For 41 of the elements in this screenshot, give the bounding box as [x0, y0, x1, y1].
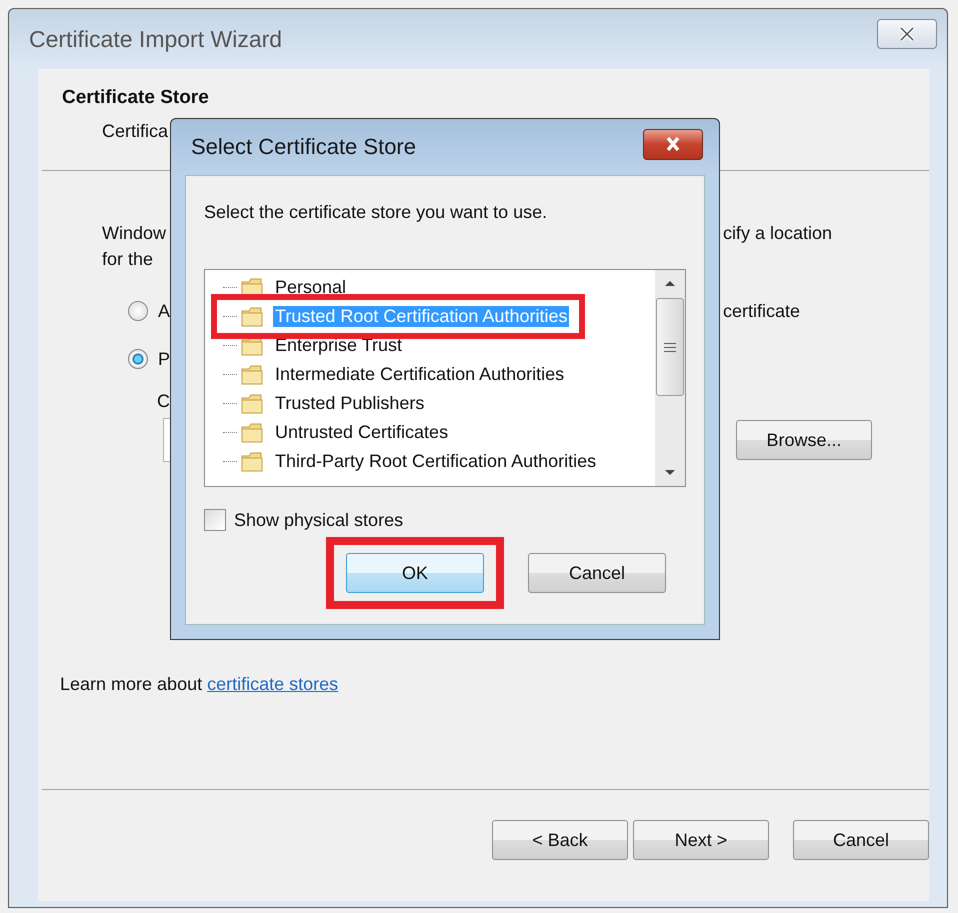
tree-item[interactable]: Trusted Publishers: [273, 393, 426, 414]
wizard-button[interactable]: Cancel: [793, 820, 929, 860]
window-title: Certificate Import Wizard: [29, 26, 282, 52]
dialog-title: Select Certificate Store: [191, 134, 416, 160]
page-subheading: Certifica: [102, 121, 170, 142]
tree-item[interactable]: Enterprise Trust: [273, 335, 404, 356]
checkbox[interactable]: [204, 509, 226, 531]
folder-icon: [241, 422, 263, 442]
learn-more-text: Learn more about: [60, 674, 202, 694]
scroll-thumb[interactable]: [656, 298, 684, 396]
dialog-button[interactable]: OK: [346, 553, 484, 593]
scrollbar[interactable]: [655, 270, 685, 486]
close-button[interactable]: [643, 128, 703, 160]
dialog-button[interactable]: Cancel: [528, 553, 666, 593]
scroll-down-icon: [663, 468, 677, 478]
tree-item[interactable]: Intermediate Certification Authorities: [273, 364, 566, 385]
wizard-button[interactable]: < Back: [492, 820, 628, 860]
wizard-button[interactable]: Next >: [633, 820, 769, 860]
option-label: A: [158, 300, 170, 322]
description-text: cify a location: [722, 223, 832, 245]
option-label: certificate: [722, 300, 800, 322]
tree-item[interactable]: Third-Party Root Certification Authorities: [273, 451, 598, 472]
description-text: for the: [102, 249, 154, 271]
checkbox-label: Show physical stores: [234, 510, 404, 530]
tree-item[interactable]: Personal: [273, 277, 348, 298]
radio-button[interactable]: [128, 349, 148, 369]
scroll-up-icon: [663, 278, 677, 288]
folder-icon: [241, 364, 263, 384]
folder-icon: [241, 306, 263, 326]
certificate-stores-link[interactable]: certificate stores: [207, 674, 338, 694]
field-label: C: [157, 391, 170, 412]
close-icon: [897, 25, 917, 43]
tree-item[interactable]: Untrusted Certificates: [273, 422, 450, 443]
browse-button[interactable]: Browse...: [736, 420, 872, 460]
description-text: Window: [102, 223, 166, 245]
option-label: P: [158, 348, 170, 370]
folder-icon: [241, 394, 263, 414]
page-heading: Certificate Store: [62, 87, 210, 109]
folder-icon: [241, 452, 263, 472]
dialog-prompt: Select the certificate store you want to use.: [204, 202, 548, 223]
radio-button[interactable]: [128, 301, 148, 321]
